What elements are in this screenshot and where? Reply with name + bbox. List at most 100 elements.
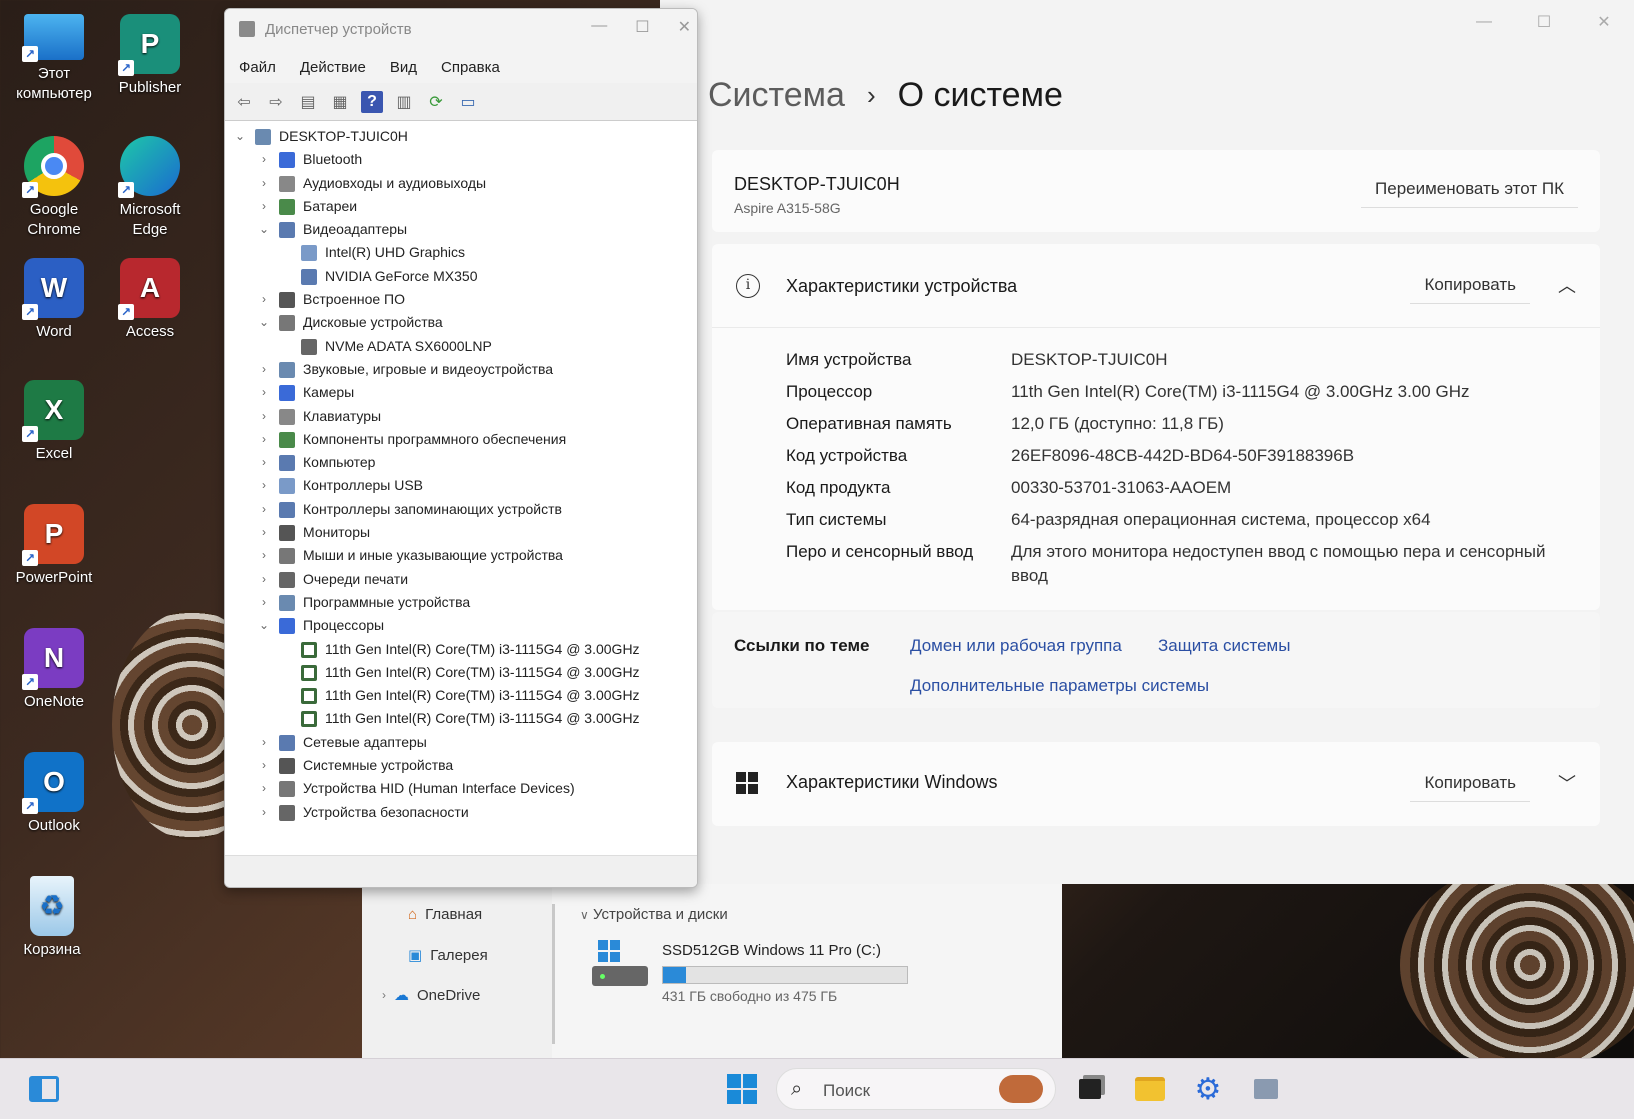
tree-node[interactable]: › Сетевые адаптеры — [225, 731, 697, 754]
breadcrumb-parent[interactable]: Система — [708, 76, 845, 115]
chevron-right-icon[interactable]: › — [257, 358, 271, 381]
chevron-right-icon[interactable]: › — [257, 405, 271, 428]
spec-value[interactable]: 12,0 ГБ (доступно: 11,8 ГБ) — [1011, 412, 1224, 436]
desktop-icon-onenote[interactable]: N ↗ OneNote — [4, 628, 104, 712]
tree-node[interactable]: › Устройства HID (Human Interface Devices… — [225, 777, 697, 800]
nav-onedrive[interactable]: › ☁ OneDrive — [382, 986, 480, 1005]
tree-node[interactable]: 11th Gen Intel(R) Core(TM) i3-1115G4 @ 3… — [225, 638, 697, 661]
tree-node[interactable]: NVMe ADATA SX6000LNP — [225, 335, 697, 358]
close-icon[interactable]: ✕ — [678, 17, 691, 37]
tree-node[interactable]: › Мыши и иные указывающие устройства — [225, 544, 697, 567]
device-manager-taskbar-icon[interactable] — [1248, 1071, 1284, 1107]
desktop-icon-excel[interactable]: X ↗ Excel — [4, 380, 104, 464]
chevron-right-icon[interactable]: › — [257, 777, 271, 800]
nav-home[interactable]: ⌂ Главная — [408, 906, 482, 923]
tree-node[interactable]: › Компоненты программного обеспечения — [225, 428, 697, 451]
chevron-up-icon[interactable]: ︿ — [1558, 272, 1576, 298]
menu-item[interactable]: Вид — [390, 59, 417, 76]
start-button[interactable] — [724, 1071, 760, 1107]
view-icon[interactable]: ▥ — [393, 91, 415, 113]
tree-node[interactable]: ⌄ Видеоадаптеры — [225, 218, 697, 241]
link-advanced-settings[interactable]: Дополнительные параметры системы — [910, 676, 1209, 696]
tree-node[interactable]: › Клавиатуры — [225, 405, 697, 428]
tree-node[interactable]: 11th Gen Intel(R) Core(TM) i3-1115G4 @ 3… — [225, 707, 697, 730]
menu-item[interactable]: Справка — [441, 59, 500, 76]
chevron-right-icon[interactable]: › — [257, 568, 271, 591]
desktop-icon-edge[interactable]: ↗ Microsoft Edge — [100, 136, 200, 240]
maximize-icon[interactable]: ☐ — [635, 17, 649, 37]
tree-node[interactable]: 11th Gen Intel(R) Core(TM) i3-1115G4 @ 3… — [225, 684, 697, 707]
chevron-down-icon[interactable]: ﹀ — [1558, 770, 1576, 796]
chevron-right-icon[interactable]: › — [257, 474, 271, 497]
chevron-right-icon[interactable]: › — [257, 288, 271, 311]
device-manager-titlebar[interactable]: Диспетчер устройств — ☐ ✕ — [225, 9, 697, 51]
chevron-right-icon[interactable]: › — [257, 451, 271, 474]
tree-node[interactable]: › Звуковые, игровые и видеоустройства — [225, 358, 697, 381]
tree-node[interactable]: › Контроллеры USB — [225, 474, 697, 497]
minimize-icon[interactable]: — — [1454, 0, 1514, 44]
back-arrow-icon[interactable]: ⇦ — [233, 91, 255, 113]
desktop-icon-outlook[interactable]: O ↗ Outlook — [4, 752, 104, 836]
tree-node[interactable]: › Встроенное ПО — [225, 288, 697, 311]
desktop-icon-powerpoint[interactable]: P ↗ PowerPoint — [4, 504, 104, 588]
nav-gallery[interactable]: ▣ Галерея — [408, 946, 488, 965]
chevron-right-icon[interactable]: › — [257, 544, 271, 567]
tree-node[interactable]: › Камеры — [225, 381, 697, 404]
rename-pc-button[interactable]: Переименовать этот ПК — [1361, 170, 1578, 208]
desktop-icon-chrome[interactable]: ↗ Google Chrome — [4, 136, 104, 240]
explorer-scrollbar[interactable] — [552, 904, 555, 1044]
copy-device-specs-button[interactable]: Копировать — [1410, 266, 1530, 304]
chevron-right-icon[interactable]: › — [257, 148, 271, 171]
tree-node[interactable]: › Мониторы — [225, 521, 697, 544]
maximize-icon[interactable]: ☐ — [1514, 0, 1574, 44]
devices-group-header[interactable]: ∨ Устройства и диски — [580, 906, 728, 923]
tree-node[interactable]: › Системные устройства — [225, 754, 697, 777]
desktop-icon-access[interactable]: A ↗ Access — [100, 258, 200, 342]
spec-value[interactable]: Для этого монитора недоступен ввод с пом… — [1011, 540, 1576, 588]
chevron-right-icon[interactable]: › — [257, 731, 271, 754]
spec-value[interactable]: 26EF8096-48CB-442D-BD64-50F39188396B — [1011, 444, 1354, 468]
tree-node[interactable]: › Устройства безопасности — [225, 801, 697, 824]
chevron-right-icon[interactable]: › — [257, 172, 271, 195]
help-icon[interactable]: ? — [361, 90, 383, 113]
tree-node[interactable]: › Батареи — [225, 195, 697, 218]
chevron-right-icon[interactable]: › — [257, 195, 271, 218]
tree-node[interactable]: › Контроллеры запоминающих устройств — [225, 498, 697, 521]
forward-arrow-icon[interactable]: ⇨ — [265, 91, 287, 113]
tree-node[interactable]: › Очереди печати — [225, 568, 697, 591]
file-explorer-icon[interactable] — [1132, 1071, 1168, 1107]
chevron-right-icon[interactable]: › — [257, 801, 271, 824]
update-driver-icon[interactable]: ⟳ — [425, 91, 447, 113]
tree-node[interactable]: ⌄ DESKTOP-TJUIC0H — [225, 125, 697, 148]
chevron-down-icon[interactable]: ⌄ — [233, 125, 247, 148]
taskbar-search[interactable]: ⌕ Поиск — [776, 1068, 1056, 1110]
tree-node[interactable]: › Программные устройства — [225, 591, 697, 614]
tree-node[interactable]: › Аудиовходы и аудиовыходы — [225, 172, 697, 195]
link-system-protection[interactable]: Защита системы — [1158, 636, 1290, 656]
minimize-icon[interactable]: — — [591, 17, 607, 37]
chevron-down-icon[interactable]: ⌄ — [257, 311, 271, 334]
tree-node[interactable]: 11th Gen Intel(R) Core(TM) i3-1115G4 @ 3… — [225, 661, 697, 684]
spec-value[interactable]: DESKTOP-TJUIC0H — [1011, 348, 1168, 372]
chevron-right-icon[interactable]: › — [257, 591, 271, 614]
settings-gear-icon[interactable]: ⚙ — [1190, 1071, 1226, 1107]
tree-node[interactable]: › Bluetooth — [225, 148, 697, 171]
chevron-right-icon[interactable]: › — [257, 428, 271, 451]
tree-node[interactable]: ⌄ Дисковые устройства — [225, 311, 697, 334]
drive-name[interactable]: SSD512GB Windows 11 Pro (C:) — [662, 942, 881, 959]
spec-value[interactable]: 64-разрядная операционная система, проце… — [1011, 508, 1431, 532]
desktop-icon-word[interactable]: W ↗ Word — [4, 258, 104, 342]
widgets-icon[interactable] — [26, 1071, 62, 1107]
chevron-right-icon[interactable]: › — [257, 754, 271, 777]
link-domain-workgroup[interactable]: Домен или рабочая группа — [910, 636, 1122, 656]
desktop-icon-recycle-bin[interactable]: ♻ Корзина — [2, 876, 102, 960]
menu-item[interactable]: Действие — [300, 59, 366, 76]
task-view-icon[interactable] — [1072, 1071, 1108, 1107]
spec-value[interactable]: 00330-53701-31063-AAOEM — [1011, 476, 1231, 500]
chevron-right-icon[interactable]: › — [257, 521, 271, 544]
tree-node[interactable]: › Компьютер — [225, 451, 697, 474]
tree-node[interactable]: ⌄ Процессоры — [225, 614, 697, 637]
desktop-icon-publisher[interactable]: P ↗ Publisher — [100, 14, 200, 98]
copy-windows-specs-button[interactable]: Копировать — [1410, 764, 1530, 802]
chevron-right-icon[interactable]: › — [257, 498, 271, 521]
